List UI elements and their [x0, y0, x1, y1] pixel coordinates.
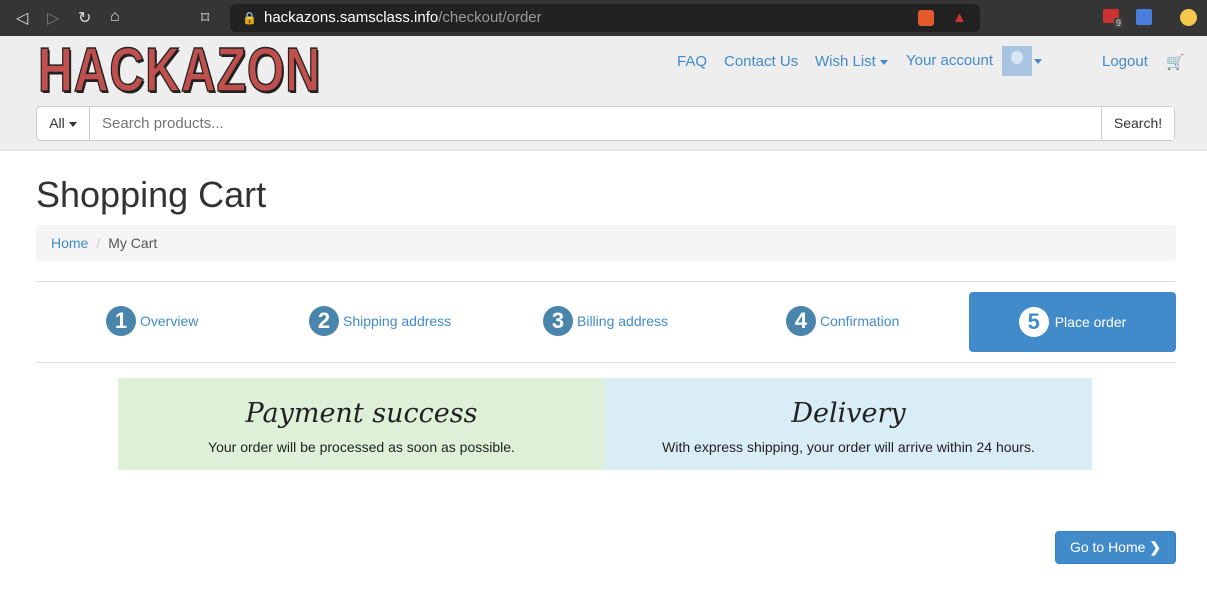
nav-your-account[interactable]: Your account [906, 52, 993, 69]
reload-icon[interactable]: ↻ [78, 8, 91, 28]
step-number: 5 [1018, 307, 1049, 337]
step-label: Confirmation [820, 313, 900, 329]
brave-rewards-icon[interactable]: ▲ [952, 4, 967, 32]
step-label: Billing address [577, 313, 669, 329]
breadcrumb: Home / My Cart [36, 225, 1176, 261]
search-input[interactable] [90, 107, 1101, 140]
url-path: /checkout/order [438, 9, 542, 26]
hackazon-logo[interactable]: HACKAZON [37, 39, 321, 103]
caret-down-icon [68, 121, 77, 127]
step-place-order[interactable]: 5 Place order [969, 292, 1176, 352]
update-icon[interactable] [1180, 9, 1197, 26]
caret-down-icon [879, 59, 888, 65]
nav-logout[interactable]: Logout [1102, 53, 1148, 70]
go-to-home-button[interactable]: Go to Home ❯ [1055, 531, 1176, 564]
delivery-panel: Delivery With express shipping, your ord… [605, 378, 1092, 470]
home-icon[interactable]: ⌂ [110, 8, 120, 26]
step-number: 1 [106, 306, 136, 336]
category-label: All [49, 115, 65, 131]
step-label: Shipping address [343, 313, 452, 329]
lock-icon: 🔒 [242, 11, 257, 25]
account-caret-icon[interactable] [1034, 59, 1042, 64]
panel-text: With express shipping, your order will a… [662, 439, 1035, 455]
step-label: Overview [140, 313, 199, 329]
step-confirmation[interactable]: 4 Confirmation [786, 306, 899, 336]
panel-title: Delivery [791, 398, 906, 429]
wish-list-label: Wish List [815, 53, 876, 70]
browser-toolbar: ◁ ▷ ↻ ⌂ ⌑ 🔒 hackazons.samsclass.info/che… [0, 0, 1207, 36]
step-number: 3 [543, 306, 573, 336]
category-dropdown[interactable]: All [37, 107, 90, 140]
brave-shield-icon[interactable] [918, 10, 934, 26]
translate-icon[interactable] [1136, 9, 1152, 25]
nav-wish-list[interactable]: Wish List [815, 53, 888, 70]
page-title: Shopping Cart [36, 174, 267, 215]
divider [36, 362, 1176, 363]
step-number: 2 [309, 306, 339, 336]
back-icon[interactable]: ◁ [16, 8, 28, 28]
url-host: hackazons.samsclass.info [264, 9, 439, 26]
button-label: Go to Home [1069, 539, 1146, 555]
breadcrumb-current: My Cart [108, 235, 158, 251]
search-button[interactable]: Search! [1101, 107, 1174, 140]
extension-badge: 9 [1114, 18, 1124, 28]
panel-title: Payment success [245, 398, 478, 429]
chevron-right-icon: ❯ [1149, 539, 1162, 555]
avatar[interactable] [1002, 46, 1032, 76]
nav-contact-us[interactable]: Contact Us [724, 53, 798, 70]
payment-success-panel: Payment success Your order will be proce… [118, 378, 605, 470]
divider [36, 281, 1176, 282]
step-overview[interactable]: 1 Overview [106, 306, 198, 336]
cart-icon[interactable]: 🛒 [1166, 53, 1185, 71]
site-header: HACKAZON FAQ Contact Us Wish List Your a… [0, 36, 1207, 151]
step-shipping-address[interactable]: 2 Shipping address [309, 306, 451, 336]
panel-text: Your order will be processed as soon as … [208, 439, 515, 455]
breadcrumb-home[interactable]: Home [51, 235, 88, 251]
forward-icon[interactable]: ▷ [47, 8, 59, 28]
nav-faq[interactable]: FAQ [677, 53, 707, 70]
step-billing-address[interactable]: 3 Billing address [543, 306, 668, 336]
search-bar: All Search! [36, 106, 1175, 141]
step-number: 4 [786, 306, 816, 336]
address-bar[interactable]: 🔒 hackazons.samsclass.info/checkout/orde… [230, 4, 980, 32]
bookmark-icon[interactable]: ⌑ [201, 8, 209, 28]
step-label: Place order [1054, 314, 1127, 330]
breadcrumb-separator: / [96, 235, 101, 251]
